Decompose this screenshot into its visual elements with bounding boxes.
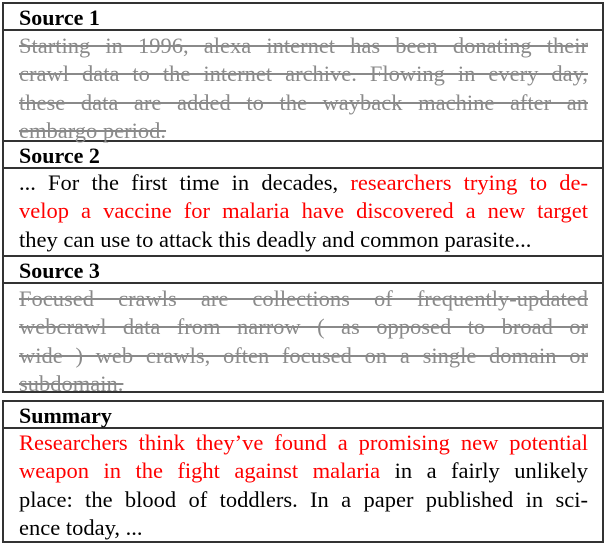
source-2-line: velop a vaccine for malaria have discove… — [19, 197, 588, 225]
struck-text: wide ) web crawls, often focused on a si… — [19, 342, 588, 368]
source-2-body: ... For the first time in decades, resea… — [4, 169, 602, 257]
struck-text: crawl data to the internet archive. Flow… — [19, 61, 588, 87]
source-3-line: Focused crawls are collections of freque… — [19, 285, 588, 313]
source-1-body: Starting in 1996, alexa internet has bee… — [4, 31, 602, 145]
source-1-header: Source 1 — [4, 4, 602, 31]
summary-line: ence today, ... — [19, 514, 588, 542]
source-2-line: they can use to attack this deadly and c… — [19, 226, 588, 254]
plain-text: ... For the first time in decades, — [19, 170, 351, 195]
highlighted-text: Researchers think they’ve found a promis… — [19, 430, 588, 455]
struck-text: webcrawl data from narrow ( as opposed t… — [19, 314, 588, 340]
source-1-line: crawl data to the internet archive. Flow… — [19, 60, 588, 88]
source-1-line: Starting in 1996, alexa internet has bee… — [19, 32, 588, 60]
summary-line: Researchers think they’ve found a promis… — [19, 429, 588, 457]
source-3-line: wide ) web crawls, often focused on a si… — [19, 342, 588, 370]
source-2-header: Source 2 — [4, 142, 602, 169]
summary-panel: Summary Researchers think they’ve found … — [2, 400, 604, 543]
highlighted-text: weapon in the fight against malaria — [19, 458, 381, 484]
highlighted-text: velop a vaccine for malaria have discove… — [19, 198, 588, 224]
struck-text: subdomain. — [19, 370, 124, 396]
source-3-body: Focused crawls are collections of freque… — [4, 284, 602, 396]
struck-text: these data are added to the wayback mach… — [19, 89, 588, 115]
plain-text: they can use to attack this deadly and c… — [19, 226, 532, 252]
source-2-line: ... For the first time in decades, resea… — [19, 169, 588, 197]
highlighted-text: researchers trying to de- — [350, 170, 588, 195]
source-3-line: webcrawl data from narrow ( as opposed t… — [19, 313, 588, 341]
plain-text: in a fairly unlikely — [380, 458, 588, 484]
struck-text: Focused crawls are collections of freque… — [19, 286, 588, 311]
struck-text: Starting in 1996, alexa internet has bee… — [19, 33, 588, 58]
source-1-line: embargo period. — [19, 117, 588, 145]
summary-line: weapon in the fight against malaria in a… — [19, 457, 588, 485]
summary-header: Summary — [4, 402, 602, 429]
plain-text: place: the blood of toddlers. In a paper… — [19, 486, 588, 512]
source-3-line: subdomain. — [19, 370, 588, 398]
source-1-line: these data are added to the wayback mach… — [19, 89, 588, 117]
summary-line: place: the blood of toddlers. In a paper… — [19, 486, 588, 514]
sources-panel: Source 1 Starting in 1996, alexa interne… — [2, 2, 604, 396]
struck-text: embargo period. — [19, 117, 167, 143]
plain-text: ence today, ... — [19, 514, 143, 540]
source-3-header: Source 3 — [4, 257, 602, 284]
summary-body: Researchers think they’ve found a promis… — [4, 429, 602, 542]
